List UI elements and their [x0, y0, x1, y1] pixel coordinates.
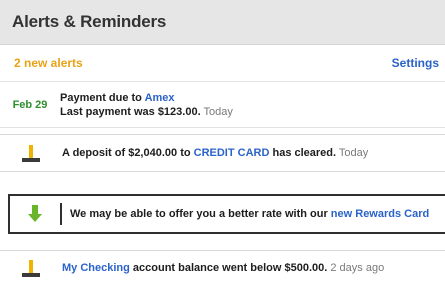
alert-row-payment-due: Feb 29 Payment due to Amex Last payment …: [0, 83, 445, 128]
alert-timestamp: Today: [336, 147, 369, 159]
alert-row-rewards-offer: We may be able to offer you a better rat…: [8, 194, 445, 234]
arrow-down-icon: [10, 205, 60, 223]
warning-icon: [0, 258, 62, 278]
settings-link[interactable]: Settings: [392, 56, 439, 70]
my-checking-link[interactable]: My Checking: [62, 262, 130, 274]
alert-text: has cleared.: [269, 147, 337, 159]
new-alerts-count: 2 new alerts: [14, 56, 83, 70]
alert-message: We may be able to offer you a better rat…: [70, 207, 429, 221]
alert-row-deposit: A deposit of $2,040.00 to CREDIT CARD ha…: [0, 134, 445, 172]
amex-link[interactable]: Amex: [145, 92, 175, 104]
credit-card-link[interactable]: CREDIT CARD: [194, 147, 270, 159]
alert-row-low-balance: My Checking account balance went below $…: [0, 250, 445, 283]
alert-text: We may be able to offer you a better rat…: [70, 208, 331, 220]
alert-message: Payment due to Amex Last payment was $12…: [60, 91, 233, 119]
alert-message: My Checking account balance went below $…: [62, 261, 384, 275]
alerts-reminders-panel: Alerts & Reminders 2 new alerts Settings…: [0, 0, 445, 283]
warning-icon: [0, 143, 62, 163]
alert-text: Payment due to: [60, 92, 145, 104]
alert-text: Last payment was $123.00.: [60, 106, 201, 118]
divider: [60, 203, 62, 225]
alert-text: account balance went below $500.00.: [129, 261, 328, 274]
alert-text: A deposit of $2,040.00 to: [62, 147, 194, 159]
alert-message: A deposit of $2,040.00 to CREDIT CARD ha…: [62, 146, 368, 160]
rewards-card-link[interactable]: new Rewards Card: [331, 208, 429, 220]
alert-date: Feb 29: [12, 99, 48, 111]
alert-timestamp: Today: [200, 106, 233, 118]
alerts-subheader: 2 new alerts Settings: [0, 45, 445, 82]
panel-header: Alerts & Reminders: [0, 0, 445, 45]
panel-title: Alerts & Reminders: [12, 12, 167, 31]
alert-timestamp: 2 days ago: [327, 261, 385, 274]
